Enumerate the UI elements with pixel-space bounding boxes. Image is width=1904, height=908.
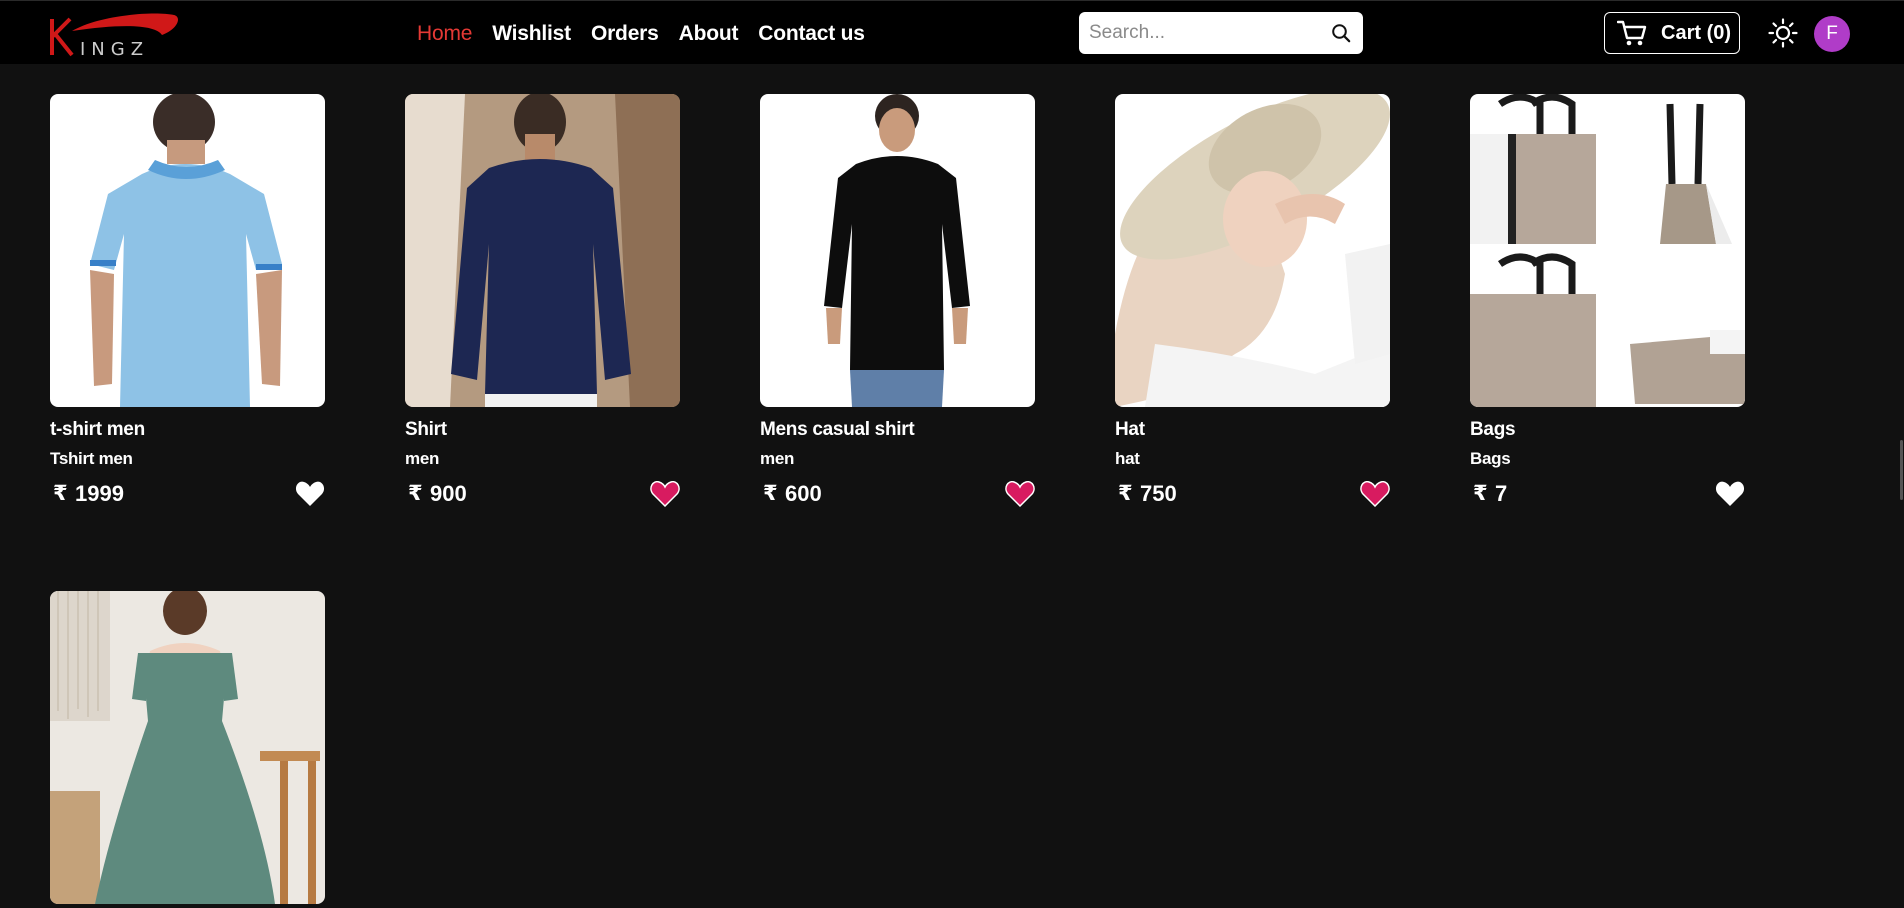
black-shirt-photo[interactable]: [760, 94, 1035, 407]
rupee-symbol: ₹: [1473, 482, 1488, 505]
product-category: Bags: [1470, 449, 1511, 468]
price-row: ₹ 1999: [50, 479, 325, 509]
product-title: Mens casual shirt: [760, 419, 915, 440]
rupee-symbol: ₹: [53, 482, 68, 505]
product-title: t-shirt men: [50, 419, 145, 440]
product-category: Tshirt men: [50, 449, 133, 468]
navy-shirt-photo[interactable]: [405, 94, 680, 407]
search-icon[interactable]: [1331, 23, 1351, 43]
heart-icon[interactable]: [1005, 481, 1035, 507]
cart-icon: [1617, 20, 1647, 46]
price-row: ₹ 900: [405, 479, 680, 509]
product-category: men: [405, 449, 440, 468]
product-card[interactable]: Bags Bags ₹ 7: [1470, 94, 1745, 509]
product-price: 900: [430, 481, 467, 506]
price-row: ₹ 600: [760, 479, 1035, 509]
price-row: ₹ 750: [1115, 479, 1390, 509]
cart-button[interactable]: Cart (0): [1604, 12, 1740, 54]
product-price: 7: [1495, 481, 1508, 506]
product-card[interactable]: [50, 591, 325, 904]
blue-polo-tshirt-photo[interactable]: [50, 94, 325, 407]
avatar[interactable]: F: [1814, 16, 1850, 52]
product-title: Bags: [1470, 419, 1516, 440]
product-title: Hat: [1115, 419, 1145, 440]
handbags-photo[interactable]: [1470, 94, 1745, 407]
nav-link-wishlist[interactable]: Wishlist: [492, 19, 571, 49]
product-price: 750: [1140, 481, 1177, 506]
nav-links: Home Wishlist Orders About Contact us: [417, 19, 865, 49]
product-title: Shirt: [405, 419, 447, 440]
rupee-symbol: ₹: [408, 482, 423, 505]
nav-link-contact[interactable]: Contact us: [758, 19, 865, 49]
product-category: men: [760, 449, 795, 468]
product-card[interactable]: Mens casual shirt men ₹ 600: [760, 94, 1035, 509]
sun-hat-photo[interactable]: [1115, 94, 1390, 407]
nav-link-about[interactable]: About: [679, 19, 739, 49]
rupee-symbol: ₹: [1118, 482, 1133, 505]
rupee-symbol: ₹: [763, 482, 778, 505]
product-category: hat: [1115, 449, 1140, 468]
heart-icon[interactable]: [650, 481, 680, 507]
nav-link-orders[interactable]: Orders: [591, 19, 659, 49]
heart-icon[interactable]: [1360, 481, 1390, 507]
heart-icon[interactable]: [295, 481, 325, 507]
sun-icon[interactable]: [1768, 18, 1798, 48]
navbar: INGZ Home Wishlist Orders About Contact …: [0, 0, 1904, 64]
price-row: ₹ 7: [1470, 479, 1745, 509]
product-card[interactable]: Hat hat ₹ 750: [1115, 94, 1390, 509]
heart-icon[interactable]: [1715, 481, 1745, 507]
cart-label: Cart (0): [1661, 21, 1732, 44]
search-input[interactable]: [1089, 12, 1319, 54]
product-card[interactable]: Shirt men ₹ 900: [405, 94, 680, 509]
scrollbar-thumb[interactable]: [1900, 440, 1903, 500]
product-price: 600: [785, 481, 822, 506]
search-box: [1079, 12, 1363, 54]
svg-text:INGZ: INGZ: [80, 39, 149, 59]
nav-link-home[interactable]: Home: [417, 19, 472, 49]
product-card[interactable]: t-shirt men Tshirt men ₹ 1999: [50, 94, 325, 509]
green-dress-photo[interactable]: [50, 591, 325, 904]
kingz-logo[interactable]: INGZ: [44, 9, 184, 59]
product-price: 1999: [75, 481, 124, 506]
